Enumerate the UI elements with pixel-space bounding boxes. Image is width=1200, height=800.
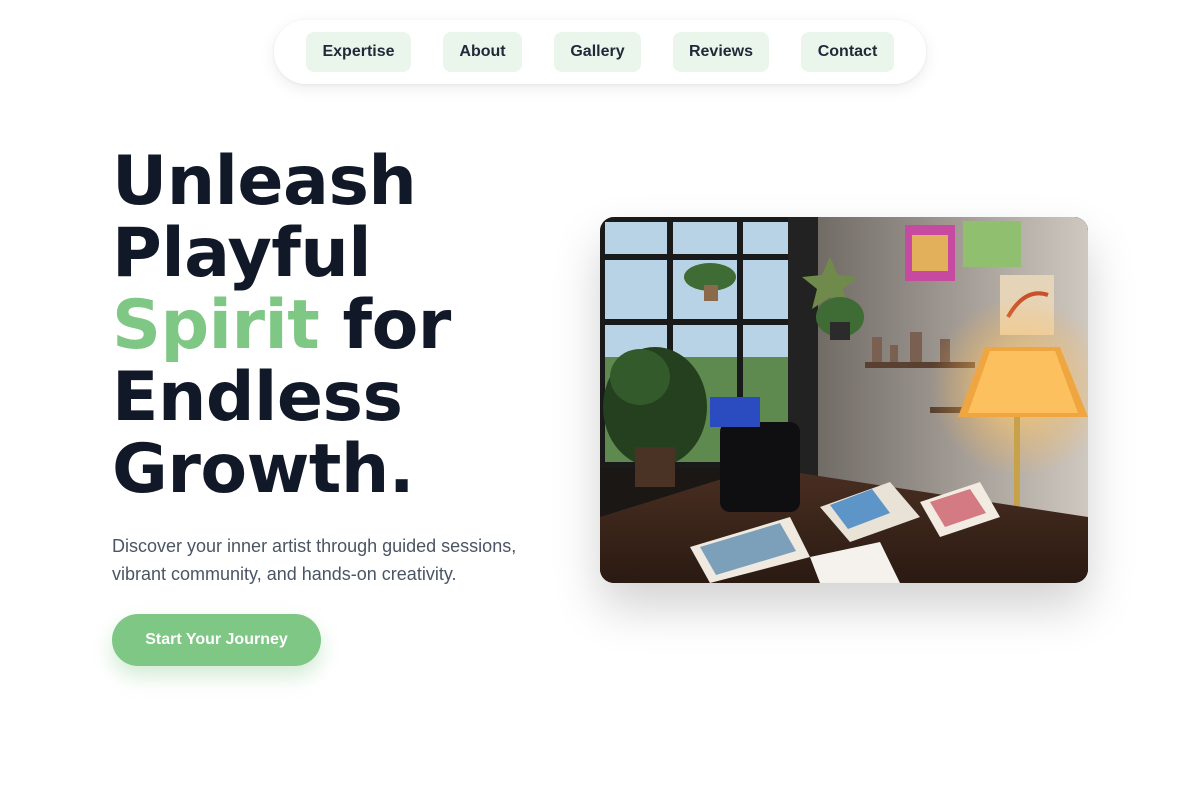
headline-line-2: Playful <box>112 214 372 293</box>
start-journey-button[interactable]: Start Your Journey <box>112 614 321 666</box>
hero-headline: Unleash Playful Spirit for Endless Growt… <box>112 146 572 506</box>
top-navigation: Expertise About Gallery Reviews Contact <box>274 20 926 84</box>
nav-item-gallery[interactable]: Gallery <box>554 32 641 72</box>
headline-line-3-rest: for <box>319 286 451 365</box>
nav-item-about[interactable]: About <box>443 32 522 72</box>
headline-line-4: Endless <box>112 358 403 437</box>
studio-illustration <box>600 217 1088 583</box>
headline-line-3: Spirit for <box>112 290 572 362</box>
hero-studio-image <box>600 217 1088 583</box>
headline-accent-word: Spirit <box>112 286 320 365</box>
nav-item-expertise[interactable]: Expertise <box>306 32 411 72</box>
headline-line-5: Growth. <box>112 430 415 509</box>
hero-subtext: Discover your inner artist through guide… <box>112 536 517 584</box>
headline-line-1: Unleash <box>112 142 417 221</box>
nav-item-reviews[interactable]: Reviews <box>673 32 769 72</box>
nav-item-contact[interactable]: Contact <box>801 32 894 72</box>
